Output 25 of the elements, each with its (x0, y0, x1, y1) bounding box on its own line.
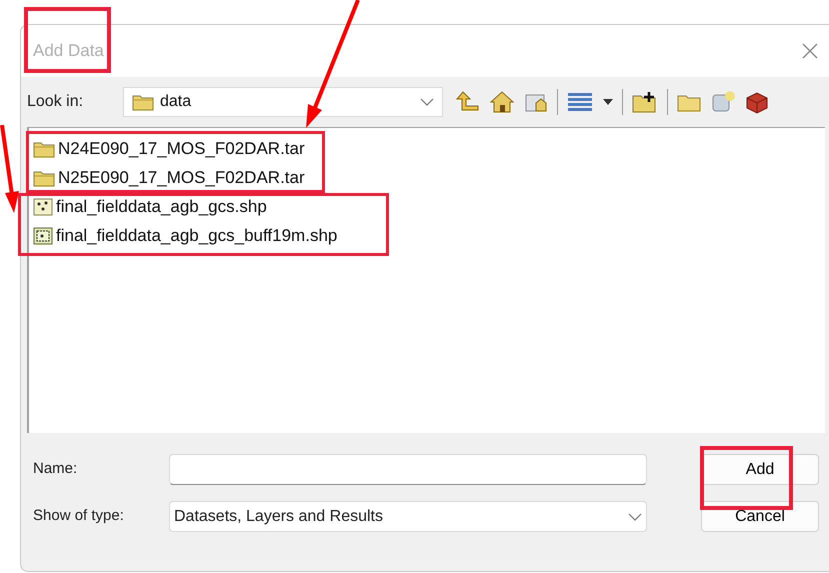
folder-icon (33, 169, 55, 187)
toolbox-icon[interactable] (744, 90, 770, 114)
look-in-label: Look in: (27, 92, 84, 112)
caret-icon[interactable] (602, 98, 614, 106)
home-icon[interactable] (489, 90, 515, 114)
folder-icon (132, 93, 154, 111)
close-icon[interactable] (801, 42, 819, 60)
list-view-icon[interactable] (566, 91, 594, 113)
file-item[interactable]: N24E090_17_MOS_F02DAR.tar (33, 139, 309, 159)
chevron-down-icon (420, 98, 434, 106)
type-dropdown[interactable]: Datasets, Layers and Results (169, 501, 647, 532)
folder-icon (33, 140, 55, 158)
look-in-dropdown[interactable]: data (123, 87, 443, 117)
name-label: Name: (33, 459, 78, 480)
file-item[interactable]: final_fielddata_agb_gcs_buff19m.shp (33, 226, 342, 246)
window-title: Add Data (33, 40, 104, 62)
file-item[interactable]: N25E090_17_MOS_F02DAR.tar (33, 168, 309, 188)
name-field[interactable] (169, 454, 647, 485)
add-button[interactable]: Add (701, 454, 819, 485)
file-item[interactable]: final_fielddata_agb_gcs.shp (33, 197, 271, 217)
point-layer-icon (33, 198, 53, 216)
chevron-down-icon (628, 512, 642, 520)
type-label: Show of type: (33, 506, 125, 526)
polygon-layer-icon (33, 227, 53, 245)
cylinder-icon[interactable] (710, 90, 736, 114)
